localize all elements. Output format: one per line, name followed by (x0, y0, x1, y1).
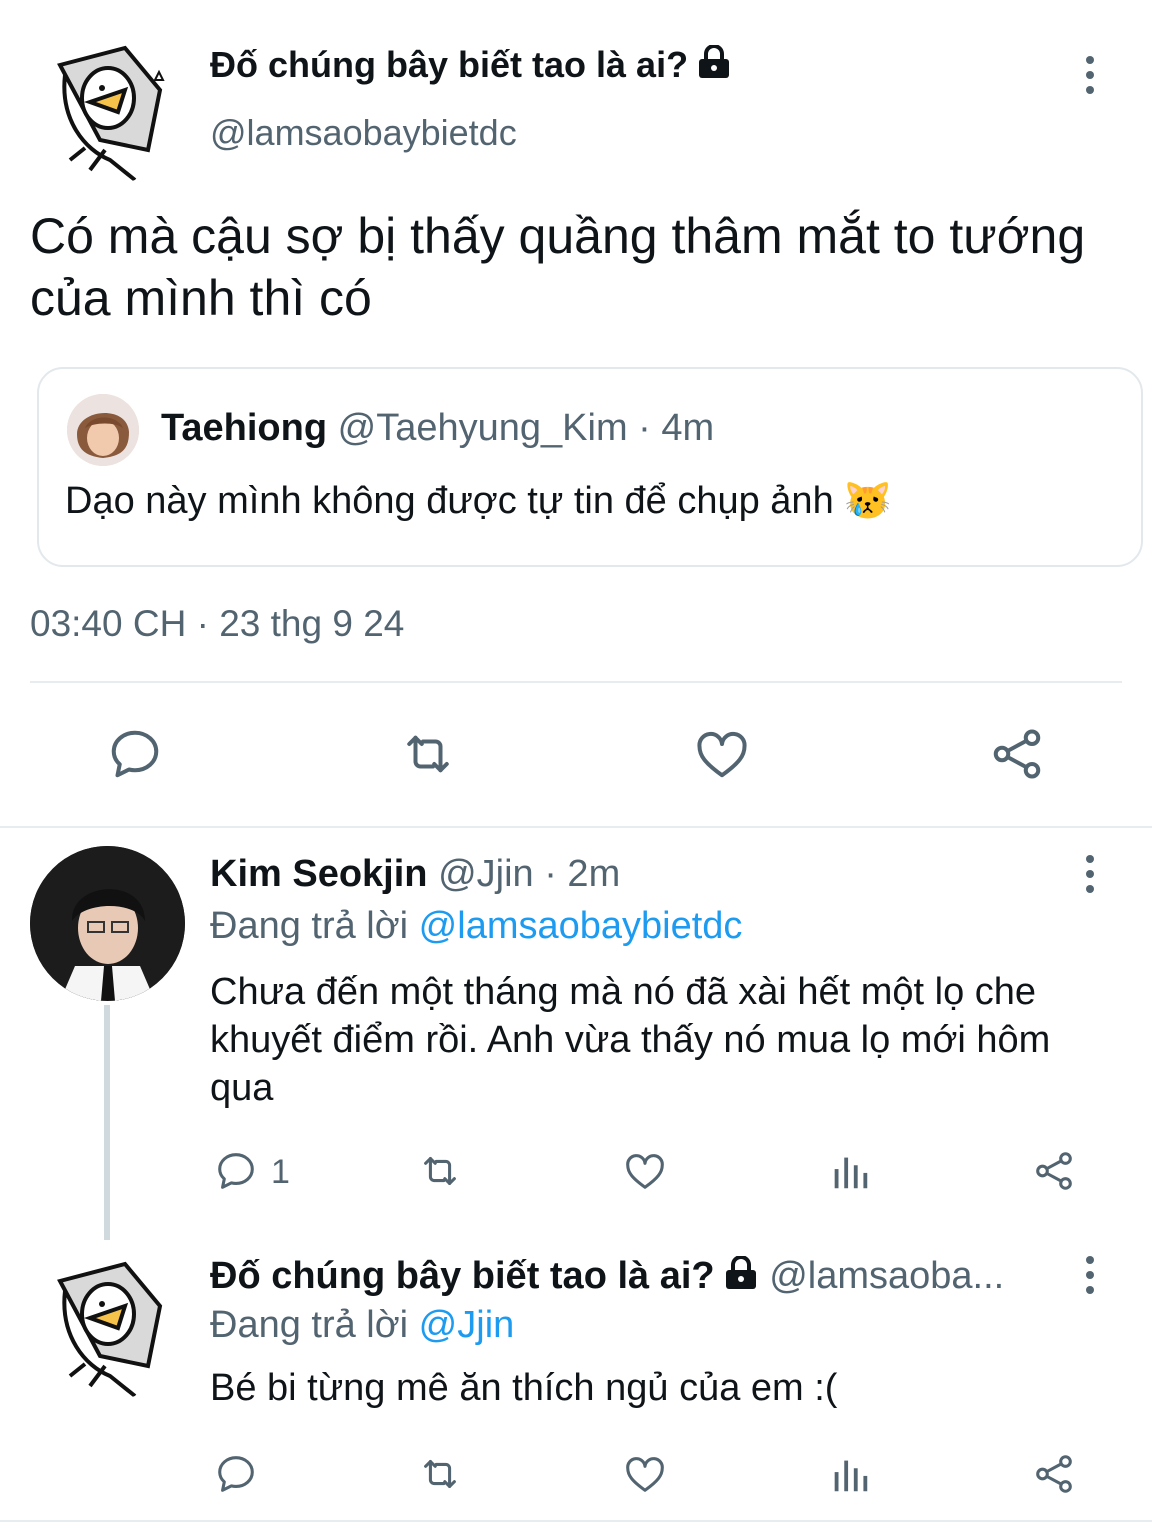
reply-avatar[interactable] (30, 1246, 185, 1401)
quoted-avatar (67, 394, 139, 466)
replying-to-handle[interactable]: @Jjin (419, 1304, 515, 1346)
reply-name[interactable]: Đố chúng bây biết tao là ai? (210, 1255, 715, 1297)
quoted-text: Dạo này mình không được tự tin để chụp ả… (65, 480, 892, 522)
lock-icon (696, 45, 732, 79)
share-icon[interactable] (1031, 1148, 1077, 1194)
quoted-header: Taehiong @Taehyung_Kim · 4m (161, 407, 714, 450)
thread-line (104, 1005, 110, 1240)
reply-avatar[interactable] (30, 846, 185, 1001)
reply-header: Kim Seokjin @Jjin · 2m (210, 853, 620, 896)
divider (0, 1520, 1152, 1522)
lock-icon (723, 1256, 759, 1290)
more-icon[interactable] (1078, 56, 1102, 100)
reply-text: Chưa đến một tháng mà nó đã xài hết một … (210, 971, 1051, 1109)
retweet-icon[interactable] (417, 1451, 463, 1497)
reply-count: 1 (271, 1153, 290, 1191)
quoted-tweet[interactable]: Taehiong @Taehyung_Kim · 4m Dạo này mình… (37, 367, 1143, 567)
views-icon[interactable] (827, 1451, 873, 1497)
replying-to: Đang trả lời @Jjin (210, 1304, 514, 1347)
more-icon[interactable] (1078, 855, 1102, 899)
reply-handle[interactable]: @lamsaoba... (769, 1255, 1004, 1297)
retweet-icon[interactable] (417, 1148, 463, 1194)
replying-to-handle[interactable]: @lamsaobaybietdc (419, 905, 743, 947)
display-name-text: Đố chúng bây biết tao là ai? (210, 44, 689, 85)
more-icon[interactable] (1078, 1256, 1102, 1300)
views-icon[interactable] (827, 1148, 873, 1194)
quoted-handle[interactable]: @Taehyung_Kim (338, 407, 628, 449)
like-icon[interactable] (622, 1451, 668, 1497)
tweet-timestamp[interactable]: 03:40 CH · 23 thg 9 24 (30, 603, 404, 645)
like-icon[interactable] (622, 1148, 668, 1194)
reply-icon[interactable] (213, 1148, 259, 1194)
reply-handle[interactable]: @Jjin (438, 853, 534, 895)
divider (0, 826, 1152, 828)
reply-icon[interactable] (213, 1451, 259, 1497)
reply-time: · 2m (544, 853, 621, 895)
share-icon[interactable] (987, 724, 1047, 784)
main-display-name: Đố chúng bây biết tao là ai? (210, 44, 732, 86)
divider (30, 681, 1122, 683)
reply-icon[interactable] (105, 724, 165, 784)
share-icon[interactable] (1031, 1451, 1077, 1497)
replying-to: Đang trả lời @lamsaobaybietdc (210, 905, 742, 948)
replying-prefix: Đang trả lời (210, 905, 409, 947)
reply-name[interactable]: Kim Seokjin (210, 853, 428, 895)
main-handle[interactable]: @lamsaobaybietdc (210, 112, 517, 154)
main-avatar[interactable] (30, 30, 185, 185)
quoted-time: · 4m (638, 407, 715, 449)
reply-header: Đố chúng bây biết tao là ai? @lamsaoba..… (210, 1255, 1004, 1298)
reply-text: Bé bi từng mê ăn thích ngủ của em :( (210, 1367, 838, 1409)
quoted-name[interactable]: Taehiong (161, 407, 327, 449)
replying-prefix: Đang trả lời (210, 1304, 409, 1346)
retweet-icon[interactable] (398, 724, 458, 784)
like-icon[interactable] (692, 724, 752, 784)
tweet-text: Có mà cậu sợ bị thấy quầng thâm mắt to t… (30, 208, 1086, 326)
